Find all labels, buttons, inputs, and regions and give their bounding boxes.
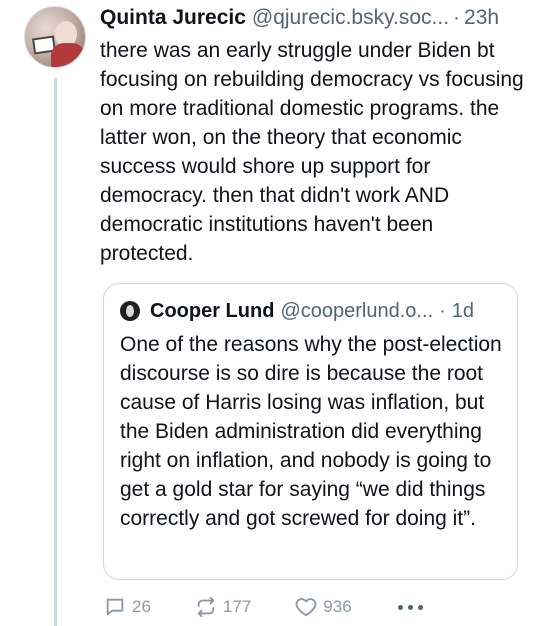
- quoted-author-name: Cooper Lund: [150, 300, 275, 322]
- reply-icon: [106, 598, 124, 616]
- quoted-post-text: One of the reasons why the post-election…: [120, 333, 502, 530]
- more-options-button[interactable]: [397, 604, 423, 610]
- ellipsis-icon: [397, 604, 403, 610]
- post-header: Quinta Jurecic @qjurecic.bsky.soc... · 2…: [100, 4, 530, 32]
- post-content: Quinta Jurecic @qjurecic.bsky.soc... · 2…: [100, 4, 530, 268]
- quoted-post[interactable]: Cooper Lund @cooperlund.o... · 1d One of…: [103, 283, 518, 580]
- reply-button[interactable]: 26: [104, 596, 151, 618]
- post[interactable]: Quinta Jurecic @qjurecic.bsky.soc... · 2…: [0, 0, 540, 626]
- reply-count: 26: [132, 597, 151, 616]
- heart-icon: [295, 598, 317, 617]
- quoted-avatar: [120, 301, 140, 321]
- repost-button[interactable]: 177: [195, 596, 251, 618]
- avatar[interactable]: [24, 6, 86, 68]
- author-name[interactable]: Quinta Jurecic: [100, 4, 246, 32]
- post-time[interactable]: 23h: [464, 4, 499, 32]
- quoted-author-handle: @cooperlund.o...: [280, 300, 434, 322]
- post-actions: 26 177 936: [104, 596, 423, 618]
- avatar-photo-detail: [51, 43, 85, 67]
- post-text: there was an early struggle under Biden …: [100, 39, 524, 265]
- quoted-post-time: 1d: [451, 300, 474, 322]
- thread-line: [54, 78, 57, 626]
- separator: ·: [453, 6, 461, 29]
- repost-icon: [197, 596, 215, 618]
- ellipsis-icon: [407, 604, 413, 610]
- repost-count: 177: [222, 597, 252, 616]
- author-handle[interactable]: @qjurecic.bsky.soc...: [252, 4, 449, 32]
- separator: ·: [439, 300, 446, 322]
- quoted-post-header: Cooper Lund @cooperlund.o... · 1d: [120, 298, 501, 324]
- like-button[interactable]: 936: [295, 596, 352, 618]
- avatar-column: [24, 6, 86, 68]
- ellipsis-icon: [417, 604, 423, 610]
- like-count: 936: [323, 597, 352, 616]
